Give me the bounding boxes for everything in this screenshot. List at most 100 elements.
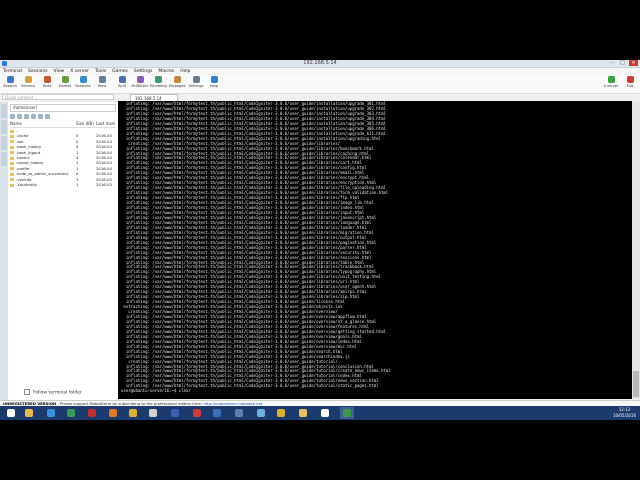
taskbar-button[interactable] xyxy=(64,407,78,419)
download-icon[interactable] xyxy=(38,114,43,119)
windows-taskbar: 12:13 10/05/2016 xyxy=(0,406,640,420)
taskbar-button[interactable] xyxy=(85,407,99,419)
delete-icon[interactable] xyxy=(45,114,50,119)
tools-button[interactable]: Tools xyxy=(38,76,56,92)
folder-icon xyxy=(10,134,14,138)
upload-icon[interactable] xyxy=(31,114,36,119)
taskbar-button[interactable] xyxy=(44,407,58,419)
session-button[interactable]: Session xyxy=(1,76,19,92)
games-button[interactable]: Games xyxy=(56,76,74,92)
servers-button[interactable]: Servers xyxy=(19,76,37,92)
sftp-side-tab[interactable] xyxy=(1,152,7,166)
excel-icon xyxy=(343,409,351,417)
file-name-text: .cache xyxy=(16,133,29,139)
taskbar-button[interactable] xyxy=(340,407,354,419)
maximize-button[interactable]: □ xyxy=(618,60,627,66)
close-button[interactable]: ✕ xyxy=(629,60,638,66)
taskbar-button[interactable] xyxy=(4,407,18,419)
side-tabs xyxy=(0,102,8,420)
system-clock[interactable]: 12:13 10/05/2016 xyxy=(613,407,636,419)
store-icon xyxy=(67,409,75,417)
macros-side-tab[interactable] xyxy=(1,136,7,150)
view-icon xyxy=(98,76,106,83)
picture-icon xyxy=(257,409,265,417)
terminal-scrollbar[interactable] xyxy=(632,101,640,399)
file-name-text: .. xyxy=(16,128,19,133)
tools-side-tab[interactable] xyxy=(1,120,7,134)
folder-icon xyxy=(10,129,14,133)
follow-terminal-folder[interactable]: Follow terminal folder xyxy=(24,389,82,396)
x-server-button[interactable]: X server xyxy=(602,76,620,92)
split-icon xyxy=(118,76,126,83)
taskbar-button[interactable] xyxy=(318,407,332,419)
taskbar-button[interactable] xyxy=(146,407,160,419)
multiexec-button[interactable]: MultiExec xyxy=(131,76,149,92)
menu-games[interactable]: Games xyxy=(112,68,128,75)
menu-tools[interactable]: Tools xyxy=(95,68,106,75)
sessions-side-tab[interactable] xyxy=(1,104,7,118)
c-icon xyxy=(321,409,329,417)
folder-icon xyxy=(10,156,14,160)
view-button[interactable]: View xyxy=(93,76,111,92)
taskbar-button[interactable] xyxy=(210,407,224,419)
sessions-icon xyxy=(79,76,87,83)
taskbar-button[interactable] xyxy=(22,407,36,419)
path-input[interactable]: /home/user/ xyxy=(10,104,116,112)
sessions-button[interactable]: Sessions xyxy=(74,76,92,92)
file-name-text: .Xauthority xyxy=(16,182,38,188)
chrome-icon xyxy=(129,409,137,417)
file-tools xyxy=(10,114,116,120)
up-folder-icon[interactable] xyxy=(10,114,15,119)
help-button[interactable]: Help xyxy=(205,76,223,92)
refresh-icon[interactable] xyxy=(17,114,22,119)
clock-date: 10/05/2016 xyxy=(612,413,636,418)
quick-connect-input[interactable]: Quick connect... xyxy=(2,94,114,100)
menu-settings[interactable]: Settings xyxy=(134,68,152,75)
settings-button[interactable]: Settings xyxy=(187,76,205,92)
toolbar-label: Exit xyxy=(626,84,634,88)
packages-icon xyxy=(173,76,181,83)
column-name[interactable]: Name xyxy=(10,121,76,127)
explorer-icon xyxy=(25,409,33,417)
packages-button[interactable]: Packages xyxy=(168,76,186,92)
column-modified[interactable]: Last mod xyxy=(96,121,116,127)
toolbar: Session Servers Tools Games Sessions View Spli… xyxy=(0,75,640,94)
tunneling-button[interactable]: Tunneling xyxy=(149,76,167,92)
taskbar-button[interactable] xyxy=(274,407,288,419)
follow-checkbox[interactable] xyxy=(24,389,30,395)
menu-help[interactable]: Help xyxy=(180,68,190,75)
taskbar-button[interactable] xyxy=(106,407,120,419)
taskbar-button[interactable] xyxy=(126,407,140,419)
app-icon xyxy=(149,409,157,417)
exit-button[interactable]: Exit xyxy=(621,76,639,92)
file-name-text: .bash_logout xyxy=(16,149,41,155)
servers-icon xyxy=(24,76,32,83)
toolbar-label: Split xyxy=(118,84,126,88)
column-size[interactable]: Size (KB) xyxy=(76,121,96,127)
menu-macros[interactable]: Macros xyxy=(158,68,174,75)
file-name: .Xauthority xyxy=(10,182,76,187)
menu-xserver[interactable]: X server xyxy=(70,68,89,75)
menu-sessions[interactable]: Sessions xyxy=(28,68,48,75)
terminal[interactable]: inflating: /var/www/html/formytest.th/pu… xyxy=(118,101,632,399)
taskbar-button[interactable] xyxy=(168,407,182,419)
title-bar: 192.168.5.14 – □ ✕ xyxy=(0,60,640,68)
menu-terminal[interactable]: Terminal xyxy=(3,68,22,75)
taskbar-button[interactable] xyxy=(232,407,246,419)
xserver-icon xyxy=(607,76,615,83)
minimize-button[interactable]: – xyxy=(607,60,616,66)
toolbar-label: MultiExec xyxy=(131,84,149,88)
toolbar-label: X server xyxy=(603,84,619,88)
taskbar-button[interactable] xyxy=(190,407,204,419)
scrollbar-thumb[interactable] xyxy=(633,371,639,397)
session-tab[interactable]: 192.168.5.14 xyxy=(130,94,178,101)
file-row[interactable]: .Xauthority 1 2016-05 xyxy=(10,182,116,187)
folder-icon xyxy=(10,151,14,155)
split-button[interactable]: Split xyxy=(113,76,131,92)
taskbar-button[interactable] xyxy=(254,407,268,419)
opera-icon xyxy=(193,409,201,417)
taskbar-button[interactable] xyxy=(296,407,310,419)
folder-icon xyxy=(10,140,14,144)
new-folder-icon[interactable] xyxy=(24,114,29,119)
menu-view[interactable]: View xyxy=(54,68,65,75)
